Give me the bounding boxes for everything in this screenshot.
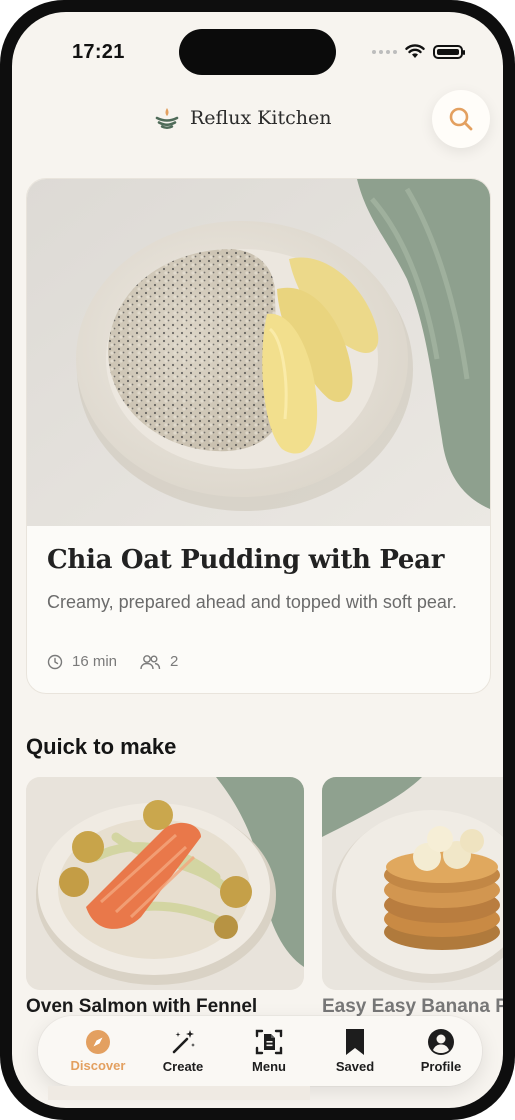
logo-icon: [155, 108, 179, 129]
magic-wand-icon: [172, 1030, 195, 1054]
recipe-image-pancakes: [322, 777, 503, 990]
status-time: 17:21: [72, 41, 125, 63]
servings-value: 2: [170, 653, 179, 670]
featured-recipe-description: Creamy, prepared ahead and topped with s…: [47, 592, 457, 612]
scroll-content-edge: [48, 1086, 310, 1100]
tab-label: Discover: [70, 1058, 126, 1073]
featured-recipe-image: [27, 179, 490, 526]
section-title-quick: Quick to make: [26, 734, 177, 759]
people-icon: [140, 654, 161, 669]
profile-icon: [428, 1029, 454, 1055]
tab-label: Create: [162, 1059, 204, 1074]
app-brand: Reflux Kitchen: [154, 105, 331, 131]
bookmark-icon: [346, 1029, 364, 1055]
prep-time-value: 16 min: [72, 653, 118, 670]
phone-frame: 17:21 Reflux Kitchen Chia Oat Pudding wi…: [0, 0, 515, 1120]
recipe-title-pancakes: Easy Easy Banana Pancakes: [322, 996, 503, 1017]
wifi-icon: [405, 44, 425, 58]
tab-saved[interactable]: Saved: [314, 1016, 396, 1086]
search-button[interactable]: [432, 90, 490, 148]
tab-label: Saved: [335, 1059, 375, 1074]
tab-label: Profile: [420, 1059, 462, 1074]
recipe-card-pancakes[interactable]: [322, 777, 503, 990]
bottom-tab-bar: Discover Create Menu Saved Profile: [38, 1016, 482, 1086]
featured-recipe-card[interactable]: Chia Oat Pudding with Pear Creamy, prepa…: [26, 178, 491, 694]
dynamic-island: [179, 29, 336, 75]
recipe-image-salmon: [26, 777, 304, 990]
app-screen: 17:21 Reflux Kitchen Chia Oat Pudding wi…: [12, 12, 503, 1108]
battery-icon: [433, 44, 465, 59]
clock-icon: [47, 654, 63, 669]
search-icon: [449, 107, 473, 131]
recipe-title-salmon: Oven Salmon with Fennel: [26, 996, 258, 1017]
tab-label: Menu: [252, 1059, 286, 1074]
servings: 2: [139, 653, 178, 670]
recipe-card-salmon[interactable]: [26, 777, 304, 990]
prep-time: 16 min: [47, 653, 117, 670]
tab-create[interactable]: Create: [142, 1016, 224, 1086]
status-icons: [372, 44, 465, 59]
document-scan-icon: [255, 1029, 283, 1055]
tab-discover[interactable]: Discover: [46, 1016, 142, 1086]
cellular-signal-icon: [372, 49, 397, 54]
featured-recipe-title: Chia Oat Pudding with Pear: [47, 545, 445, 575]
app-name: Reflux Kitchen: [190, 107, 332, 129]
compass-icon: [86, 1030, 110, 1054]
featured-recipe-meta: 16 min 2: [47, 653, 200, 670]
tab-profile[interactable]: Profile: [400, 1016, 482, 1086]
tab-menu[interactable]: Menu: [228, 1016, 310, 1086]
